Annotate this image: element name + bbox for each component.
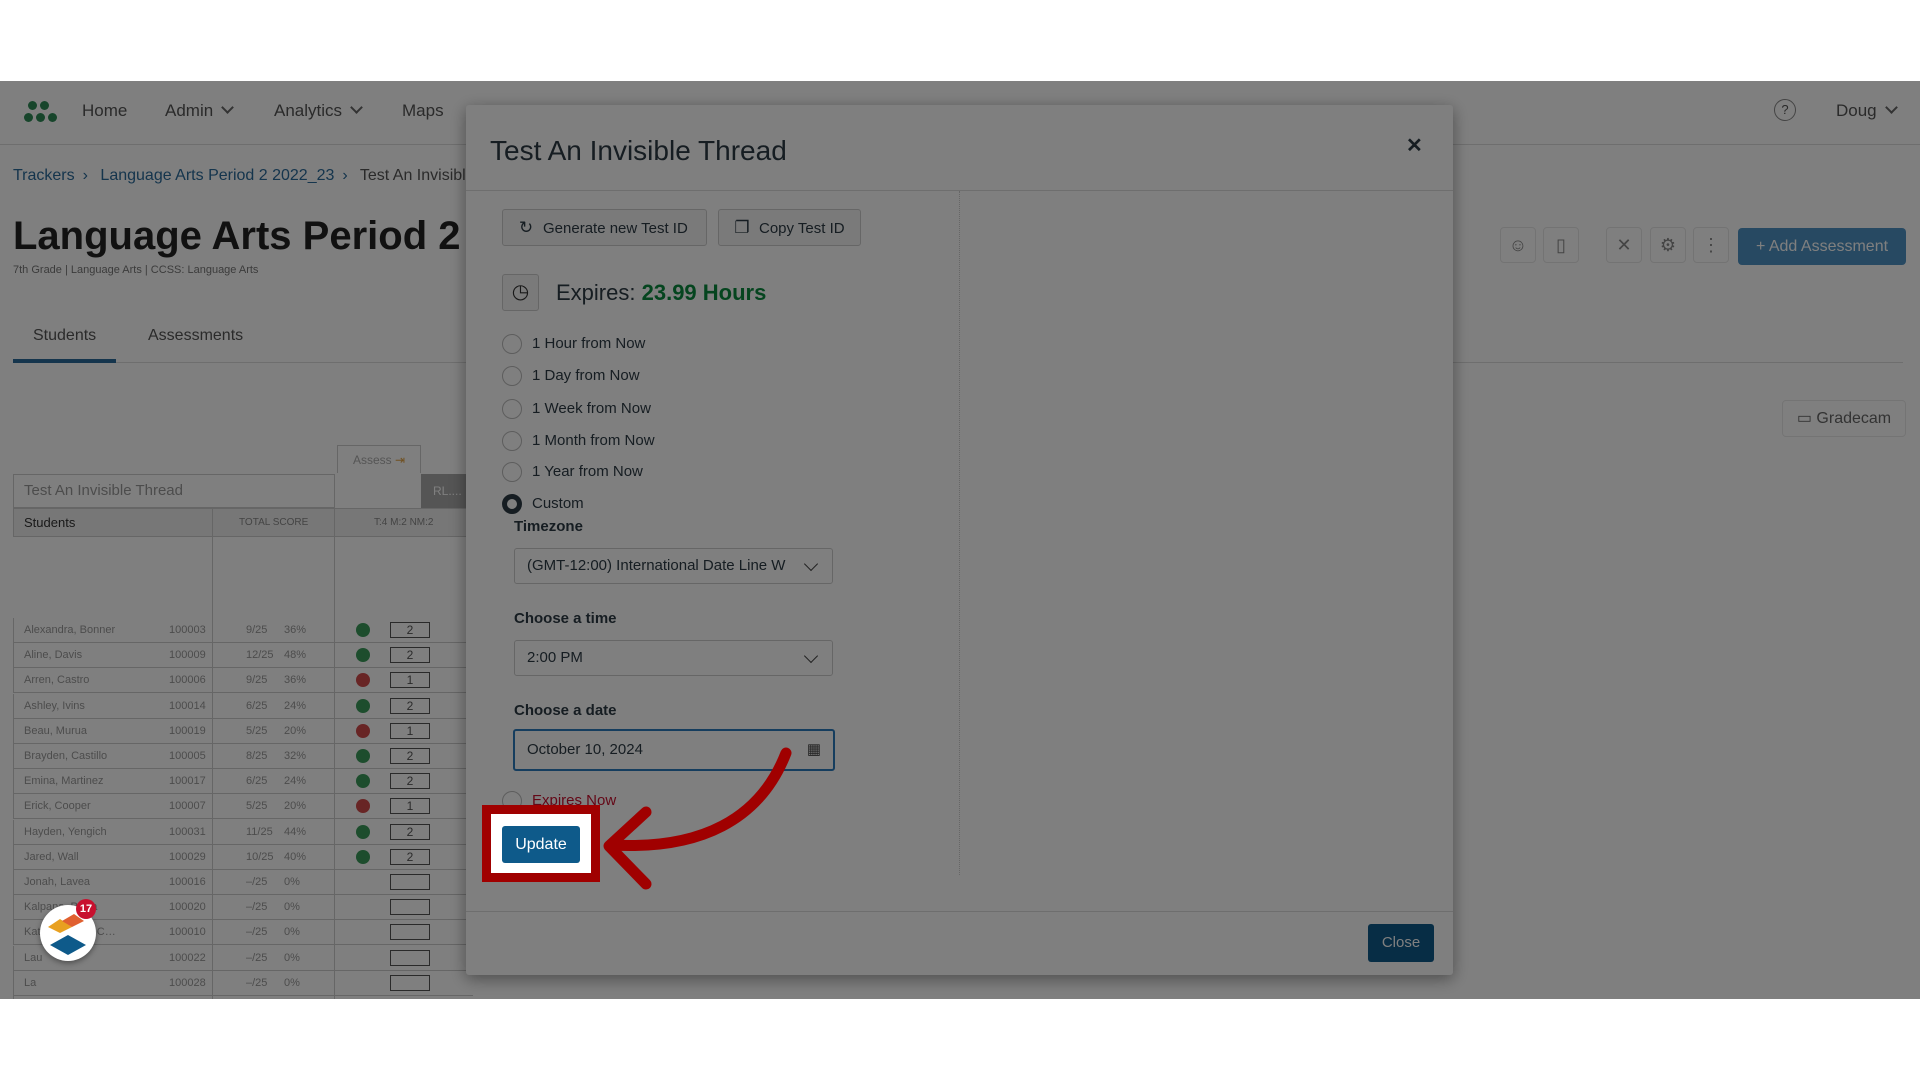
annotation-arrow: [603, 747, 792, 890]
help-widget-button[interactable]: 17: [40, 899, 96, 961]
notification-badge: 17: [76, 899, 96, 919]
